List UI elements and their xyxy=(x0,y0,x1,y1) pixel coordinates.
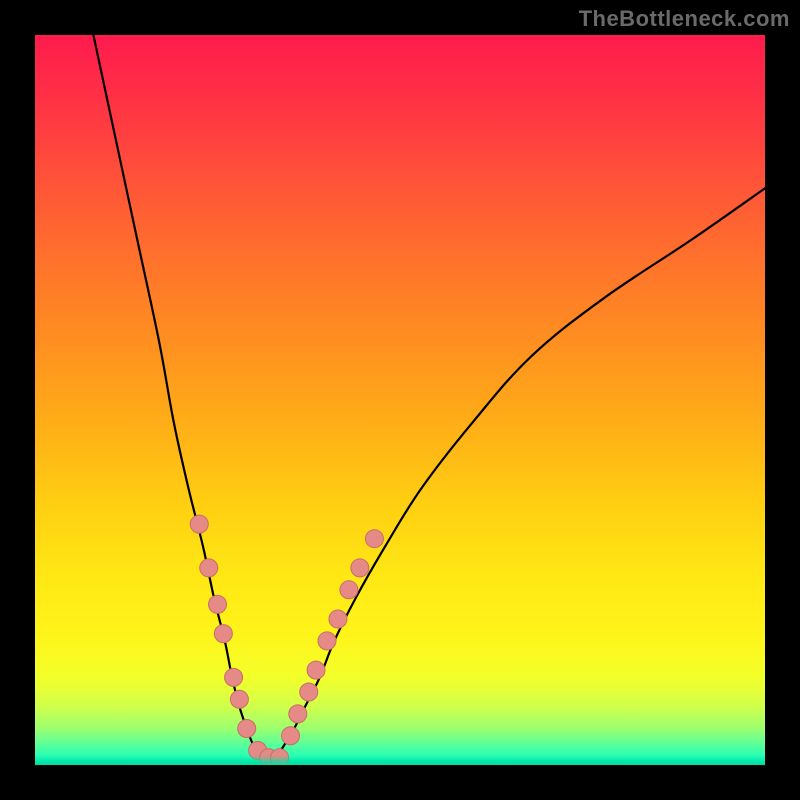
curve-left-arm xyxy=(93,35,261,758)
data-marker xyxy=(238,720,256,738)
watermark-text: TheBottleneck.com xyxy=(579,6,790,32)
marker-group xyxy=(190,515,383,765)
data-marker xyxy=(300,683,318,701)
plot-area xyxy=(35,35,765,765)
data-marker xyxy=(340,581,358,599)
data-marker xyxy=(209,595,227,613)
data-marker xyxy=(225,668,243,686)
data-marker xyxy=(214,625,232,643)
data-marker xyxy=(230,690,248,708)
data-marker xyxy=(351,559,369,577)
data-marker xyxy=(365,530,383,548)
data-marker xyxy=(190,515,208,533)
data-marker xyxy=(307,661,325,679)
curve-right-arm xyxy=(276,188,765,757)
data-marker xyxy=(318,632,336,650)
data-marker xyxy=(329,610,347,628)
data-marker xyxy=(282,727,300,745)
chart-svg xyxy=(35,35,765,765)
data-marker xyxy=(200,559,218,577)
chart-frame: TheBottleneck.com xyxy=(0,0,800,800)
gradient-baseline xyxy=(35,755,765,765)
data-marker xyxy=(289,705,307,723)
